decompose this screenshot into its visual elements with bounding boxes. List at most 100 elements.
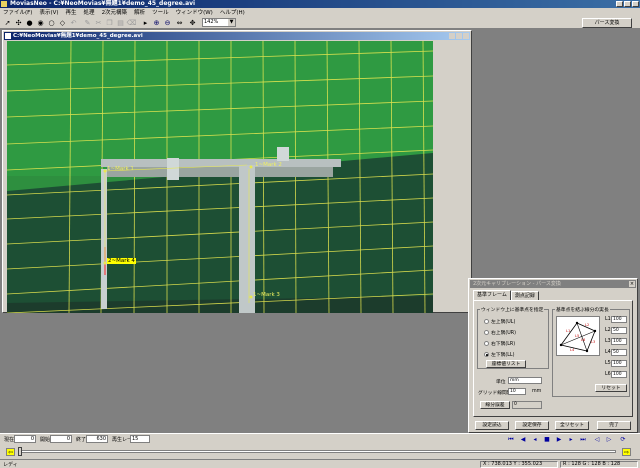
copy-icon[interactable]: ❐ — [105, 18, 114, 27]
stop-icon[interactable]: ■ — [542, 435, 552, 444]
radio-label: 右下隅(LR) — [491, 342, 516, 347]
move-icon[interactable]: ✥ — [188, 18, 197, 27]
radio-circle-selected[interactable] — [484, 352, 489, 357]
save-settings-button[interactable]: 設定保存 — [515, 421, 549, 430]
current-frame-input[interactable]: 0 — [14, 435, 36, 443]
slider-right-arrow-icon[interactable]: ⇨ — [622, 448, 631, 456]
zoom-in-icon[interactable]: ⊕ — [152, 18, 161, 27]
rate-select[interactable]: 15 — [130, 435, 150, 443]
app-icon — [1, 1, 7, 7]
window-ref-group-label: ウィンドウ上に基準点を指定 — [480, 306, 545, 313]
radio-circle[interactable] — [484, 330, 489, 335]
menu-file[interactable]: ファイル(F) — [3, 8, 32, 16]
menu-bar: ファイル(F) 表示(V) 再生 処理 2次元構築 解析 ツール ウィンドウ(W… — [0, 8, 640, 16]
dialog-title: 2次元キャリブレーション - パース変換 — [473, 281, 561, 287]
pointer-icon[interactable]: ➚ — [3, 18, 12, 27]
delete-icon[interactable]: ⌫ — [127, 18, 137, 27]
video-window-title-bar[interactable]: C:¥NeoMovias¥無題1¥demo_45_degree.avi — [4, 32, 470, 40]
grid-interval-input[interactable]: 10 — [508, 388, 526, 395]
target-icon[interactable]: ◉ — [36, 18, 45, 27]
video-window[interactable]: C:¥NeoMovias¥無題1¥demo_45_degree.avi 1~Ma… — [2, 30, 472, 315]
record-dot-icon[interactable]: ● — [25, 18, 34, 27]
radio-circle[interactable] — [484, 319, 489, 324]
unit-label: 単位 — [496, 380, 506, 385]
zoom-out-icon[interactable]: ⊖ — [163, 18, 172, 27]
radio-circle[interactable] — [484, 341, 489, 346]
last-frame-icon[interactable]: ⏭ — [578, 435, 588, 444]
start-frame-input[interactable]: 0 — [50, 435, 72, 443]
coord-list-button[interactable]: 座標値リスト — [486, 360, 526, 368]
loop-icon[interactable]: ⟳ — [618, 435, 628, 444]
pen-icon[interactable]: ✎ — [83, 18, 92, 27]
mark-point[interactable] — [249, 165, 253, 169]
load-settings-button[interactable]: 設定読込 — [475, 421, 509, 430]
length-input-l1[interactable]: 100 — [611, 316, 627, 323]
slider-left-arrow-icon[interactable]: ⇦ — [6, 448, 15, 456]
fit-width-icon[interactable]: ⇔ — [175, 18, 184, 27]
minimize-button[interactable] — [616, 1, 623, 7]
radio-upper-left[interactable]: 左上隅(UL) — [484, 318, 515, 325]
diagram-label-l2: L2 — [585, 323, 589, 327]
next-frame-icon[interactable]: ▸ — [566, 435, 576, 444]
reset-all-button[interactable]: 全リセット — [555, 421, 589, 430]
length-input-l2[interactable]: 50 — [611, 327, 627, 334]
shape-icon[interactable]: ◇ — [58, 18, 67, 27]
chevron-down-icon[interactable]: ▼ — [228, 19, 235, 26]
parse-convert-button[interactable]: パース変換 — [582, 18, 632, 28]
tab-point-record[interactable]: 測点記録 — [510, 291, 539, 300]
play-forward-icon[interactable]: ▶ — [554, 435, 564, 444]
step-back-icon[interactable]: ◁ — [592, 435, 602, 444]
grid-interval-label: グリッド線間隔 — [478, 391, 512, 396]
end-frame-input[interactable]: 630 — [86, 435, 108, 443]
step-forward-icon[interactable]: ▷ — [604, 435, 614, 444]
radio-upper-right[interactable]: 右上隅(UR) — [484, 329, 516, 336]
undo-icon[interactable]: ↶ — [69, 18, 78, 27]
status-rgb: R : 128 G : 128 B : 128 — [560, 461, 638, 468]
menu-help[interactable]: ヘルプ(H) — [220, 8, 245, 16]
rewind-icon[interactable]: ◂ — [530, 435, 540, 444]
dialog-title-bar[interactable]: 2次元キャリブレーション - パース変換 × — [470, 280, 636, 288]
slider-track[interactable] — [20, 450, 616, 453]
paste-icon[interactable]: ▤ — [116, 18, 125, 27]
length-input-l3[interactable]: 100 — [611, 338, 627, 345]
app-title-bar: MoviasNeo - C:¥NeoMovias¥無題1¥demo_45_deg… — [0, 0, 640, 8]
menu-process[interactable]: 処理 — [84, 8, 95, 16]
length-input-l5[interactable]: 100 — [611, 360, 627, 367]
first-frame-icon[interactable]: ⏮ — [506, 435, 516, 444]
close-button[interactable] — [632, 1, 639, 7]
video-frame[interactable]: 1~Mark 1 1~Mark 2 2~Mark 4 1~Mark 3 — [6, 40, 434, 315]
menu-view[interactable]: 表示(V) — [39, 8, 58, 16]
menu-2d-build[interactable]: 2次元構築 — [102, 8, 128, 16]
circle-icon[interactable]: ○ — [47, 18, 56, 27]
prev-frame-icon[interactable]: ◀ — [518, 435, 528, 444]
done-button[interactable]: 完了 — [597, 421, 631, 430]
child-minimize-button[interactable] — [449, 33, 455, 39]
zoom-select[interactable]: 142% ▼ — [202, 18, 236, 27]
menu-analysis[interactable]: 解析 — [134, 8, 145, 16]
document-icon — [5, 33, 11, 39]
cut-icon[interactable]: ✂ — [94, 18, 103, 27]
tab-reference-frame[interactable]: 基準フレーム — [473, 290, 511, 300]
video-window-title: C:¥NeoMovias¥無題1¥demo_45_degree.avi — [13, 33, 143, 39]
menu-tools[interactable]: ツール — [152, 8, 169, 16]
menu-play[interactable]: 再生 — [66, 8, 77, 16]
maximize-button[interactable] — [624, 1, 631, 7]
child-maximize-button[interactable] — [456, 33, 462, 39]
menu-window[interactable]: ウィンドウ(W) — [176, 8, 213, 16]
close-icon[interactable]: × — [629, 281, 635, 287]
radio-lower-right[interactable]: 右下隅(LR) — [484, 340, 515, 347]
cross-cursor-icon[interactable]: ✣ — [14, 18, 23, 27]
slider-thumb[interactable] — [18, 447, 22, 456]
length-input-l6[interactable]: 100 — [611, 371, 627, 378]
segment-error-button[interactable]: 線分誤差 — [480, 401, 510, 409]
length-input-l4[interactable]: 50 — [611, 349, 627, 356]
play-icon[interactable]: ▸ — [141, 18, 150, 27]
child-close-button[interactable] — [463, 33, 469, 39]
unit-select[interactable]: mm — [508, 377, 542, 384]
reset-button[interactable]: リセット — [595, 384, 627, 392]
frame-slider[interactable]: ⇦ ⇨ — [0, 445, 640, 459]
status-bar: レディ X : 738.013 Y : 355.023 R : 128 G : … — [0, 459, 640, 468]
radio-lower-left[interactable]: 左下隅(LL) — [484, 351, 514, 358]
mark-2-label: 1~Mark 2 — [255, 162, 282, 168]
calibration-dialog[interactable]: 2次元キャリブレーション - パース変換 × 基準フレーム 測点記録 ウィンドウ… — [468, 278, 638, 433]
